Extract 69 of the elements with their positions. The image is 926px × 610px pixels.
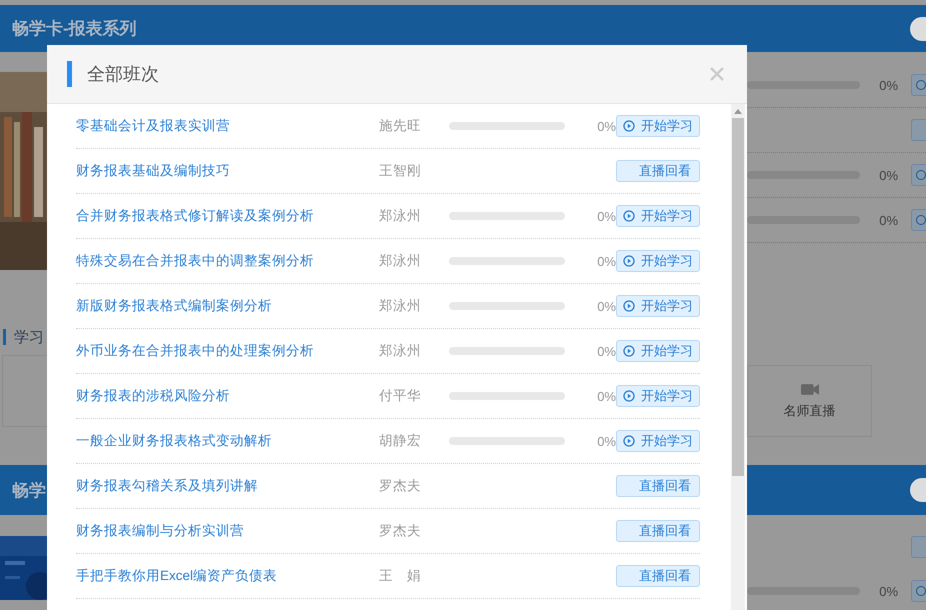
- toggle-switch[interactable]: [910, 16, 926, 40]
- play-icon: [623, 210, 635, 222]
- course-title[interactable]: 财务报表编制与分析实训营: [76, 522, 379, 540]
- start-button[interactable]: [911, 209, 926, 231]
- start-button[interactable]: [911, 580, 926, 602]
- course-title[interactable]: 零基础会计及报表实训营: [76, 117, 379, 135]
- start-button[interactable]: 开始学习: [616, 205, 700, 227]
- start-button[interactable]: 开始学习: [616, 295, 700, 317]
- header-title: 畅学卡-报表系列: [11, 18, 137, 40]
- teacher-name: 郑泳州: [379, 252, 422, 270]
- teacher-name: 罗杰夫: [379, 477, 422, 495]
- section-title: 学习: [14, 328, 44, 346]
- scroll-up-icon[interactable]: [734, 109, 742, 114]
- dialog-title: 全部班次: [87, 63, 159, 86]
- start-button[interactable]: 开始学习: [616, 430, 700, 452]
- teacher-name: 施先旺: [379, 117, 422, 135]
- course-title[interactable]: 合并财务报表格式修订解读及案例分析: [76, 207, 379, 225]
- replay-button[interactable]: [911, 119, 926, 141]
- start-button[interactable]: [911, 164, 926, 186]
- progress-percent: 0%: [879, 212, 900, 228]
- live-tile[interactable]: 名师直播: [747, 365, 872, 437]
- progress-percent: 0%: [596, 388, 616, 404]
- teacher-name: 王 娟: [379, 567, 422, 585]
- header-title: 畅学: [11, 480, 46, 502]
- toggle-switch[interactable]: [910, 478, 926, 502]
- progress-percent: 0%: [596, 344, 616, 358]
- teacher-name: 胡静宏: [379, 432, 422, 450]
- replay-button[interactable]: [911, 536, 926, 558]
- play-icon: [623, 435, 635, 447]
- course-title[interactable]: 一般企业财务报表格式变动解析: [76, 432, 379, 450]
- video-camera-icon: [800, 382, 818, 396]
- course-title[interactable]: 财务报表基础及编制技巧: [76, 162, 379, 180]
- teacher-name: 郑泳州: [379, 342, 422, 360]
- scrollbar[interactable]: [731, 104, 745, 610]
- progress-percent: 0%: [879, 168, 900, 182]
- play-icon: [623, 120, 635, 132]
- teacher-name: 郑泳州: [379, 297, 422, 315]
- tile-card[interactable]: [2, 355, 47, 427]
- start-button[interactable]: 开始学习: [616, 385, 700, 407]
- course-title[interactable]: 特殊交易在合并报表中的调整案例分析: [76, 252, 379, 270]
- title-accent-bar: [67, 61, 72, 87]
- progress-percent: 0%: [596, 254, 616, 268]
- course-title[interactable]: 财务报表勾稽关系及填列讲解: [76, 477, 379, 495]
- play-icon: [623, 300, 635, 312]
- progress-percent: 0%: [596, 208, 616, 224]
- teacher-name: 王智刚: [379, 162, 422, 180]
- replay-button[interactable]: 直播回看: [616, 520, 700, 542]
- play-icon: [623, 345, 635, 357]
- start-button[interactable]: 开始学习: [616, 250, 700, 272]
- start-button[interactable]: 开始学习: [616, 115, 700, 137]
- progress-percent: 0%: [596, 434, 616, 448]
- replay-button[interactable]: 直播回看: [616, 565, 700, 587]
- progress-percent: 0%: [596, 118, 616, 134]
- progress-percent: 0%: [596, 298, 616, 314]
- teacher-name: 付平华: [379, 387, 422, 405]
- course-title[interactable]: 手把手教你用Excel编资产负债表: [76, 567, 379, 585]
- progress-percent: 0%: [879, 584, 900, 598]
- start-button[interactable]: [911, 74, 926, 96]
- course-title[interactable]: 财务报表的涉税风险分析: [76, 387, 379, 405]
- play-icon: [623, 255, 635, 267]
- start-button[interactable]: 开始学习: [616, 340, 700, 362]
- teacher-name: 郑泳州: [379, 207, 422, 225]
- progress-percent: 0%: [879, 78, 900, 92]
- course-title[interactable]: 外币业务在合并报表中的处理案例分析: [76, 342, 379, 360]
- play-icon: [623, 390, 635, 402]
- course-title[interactable]: 新版财务报表格式编制案例分析: [76, 297, 379, 315]
- replay-button[interactable]: 直播回看: [616, 475, 700, 497]
- teacher-name: 罗杰夫: [379, 522, 422, 540]
- replay-button[interactable]: 直播回看: [616, 160, 700, 182]
